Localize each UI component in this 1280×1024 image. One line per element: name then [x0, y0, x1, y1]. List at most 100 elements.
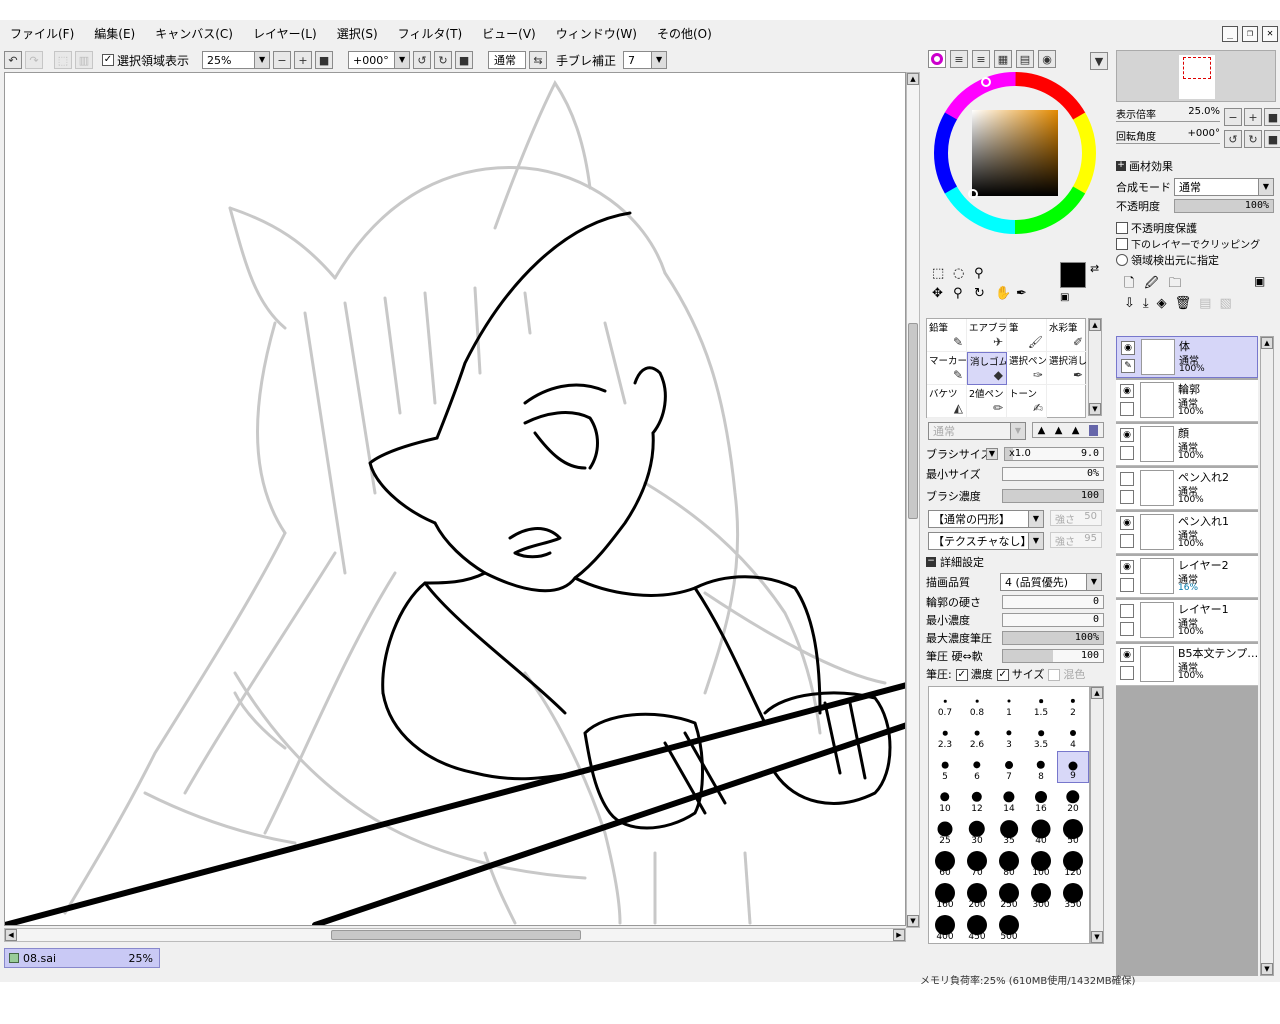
layer-list-scrollbar[interactable]: ▲ ▼ — [1260, 336, 1274, 976]
expand-icon[interactable]: + — [1116, 161, 1126, 171]
new-linework-layer-icon[interactable]: 🖉 — [1144, 274, 1158, 296]
layer-row[interactable]: レイヤー1 通常 100% — [1116, 600, 1258, 642]
horizontal-scroll-thumb[interactable] — [331, 930, 581, 940]
flip-button[interactable]: ⇆ — [529, 51, 548, 69]
brush-size-preset[interactable]: 500 — [993, 911, 1025, 943]
shape-flat-icon[interactable]: ■ — [1088, 424, 1099, 436]
magic-wand-icon[interactable]: ⚲ — [974, 266, 995, 286]
rgb-slider-button[interactable]: ≡ — [950, 50, 968, 68]
eye-icon[interactable]: ◉ — [1120, 516, 1134, 530]
scroll-up-icon[interactable]: ▲ — [1089, 319, 1101, 331]
brush-size-preset[interactable]: 40 — [1025, 815, 1057, 847]
layer-blend-combo[interactable]: 通常 ▼ — [1174, 178, 1274, 196]
rotation-combo[interactable]: +000° ▼ — [348, 51, 411, 69]
tool-1[interactable]: エアブラシ✈ — [967, 319, 1007, 352]
menu-item-3[interactable]: レイヤー(L) — [243, 20, 327, 48]
tool-4[interactable]: マーカー ✎ — [927, 352, 967, 385]
nav-rotate-ccw-button[interactable]: ↺ — [1224, 130, 1242, 148]
brush-size-preset[interactable]: 160 — [929, 879, 961, 911]
scroll-down-icon[interactable]: ▼ — [1089, 403, 1101, 415]
menu-item-4[interactable]: 選択(S) — [327, 20, 388, 48]
tool-0[interactable]: 鉛筆 ✎ — [927, 319, 967, 352]
tool-9[interactable]: 2値ペン ✏ — [967, 385, 1007, 418]
tool-3[interactable]: 水彩筆 ✐ — [1047, 319, 1087, 352]
lock-icon[interactable] — [1120, 578, 1134, 592]
swatch-button[interactable]: ▦ — [994, 50, 1012, 68]
brush-size-preset[interactable]: 2.3 — [929, 719, 961, 751]
scratchpad-button[interactable]: ▤ — [1016, 50, 1034, 68]
clip-lower-toggle[interactable]: 下のレイヤーでクリッピング — [1116, 236, 1260, 251]
zoom-in-button[interactable]: + — [294, 51, 313, 69]
shape-strength-field[interactable]: 強さ 50 — [1050, 510, 1102, 526]
nav-rotation-row[interactable]: 回転角度 +000° — [1116, 128, 1220, 144]
texture-strength-field[interactable]: 強さ 95 — [1050, 532, 1102, 548]
tool-8[interactable]: バケツ ◭ — [927, 385, 967, 418]
brush-size-preset[interactable]: 5 — [929, 751, 961, 783]
brush-size-preset[interactable]: 450 — [961, 911, 993, 943]
layer-row[interactable]: ◉ ペン入れ1 通常 100% — [1116, 512, 1258, 554]
tool-6[interactable]: 選択ペン ✑ — [1007, 352, 1047, 385]
primary-color-swatch[interactable] — [1060, 262, 1086, 288]
transfer-down-icon[interactable]: ⇩ — [1124, 296, 1135, 311]
layer-row[interactable]: ペン入れ2 通常 100% — [1116, 468, 1258, 510]
brush-size-preset[interactable]: 7 — [993, 751, 1025, 783]
brush-size-preset[interactable]: 80 — [993, 847, 1025, 879]
move-icon[interactable]: ✥ — [932, 286, 953, 306]
brush-size-preset[interactable]: 35 — [993, 815, 1025, 847]
layer-menu-icon[interactable]: ▣ — [1254, 274, 1265, 288]
layer-row[interactable]: ◉ 輪郭 通常 100% — [1116, 380, 1258, 422]
pen-lock-icon[interactable]: ✎ — [1121, 359, 1135, 373]
menu-item-1[interactable]: 編集(E) — [84, 20, 145, 48]
layer-row[interactable]: ◉ ✎ 体通常 100% — [1116, 336, 1258, 378]
minimize-button[interactable]: _ — [1222, 26, 1238, 42]
transparent-color-icon[interactable]: ▣ — [1060, 292, 1069, 303]
apply-mask-icon[interactable]: ▧ — [1219, 296, 1231, 311]
eye-hidden-icon[interactable] — [1120, 604, 1134, 618]
brush-shape-combo[interactable]: 【通常の円形】 ▼ — [928, 510, 1044, 528]
rotate-reset-button[interactable]: ■ — [455, 51, 474, 69]
brush-size-preset[interactable]: 0.7 — [929, 687, 961, 719]
brush-size-preset[interactable]: 3.5 — [1025, 719, 1057, 751]
undo-button[interactable]: ↶ — [4, 51, 22, 69]
delete-layer-icon[interactable]: 🗑 — [1175, 296, 1192, 311]
brush-size-preset[interactable]: 60 — [929, 847, 961, 879]
navigator-viewport[interactable] — [1183, 57, 1211, 79]
min-size-slider[interactable]: 0% — [1002, 467, 1104, 481]
new-layer-icon[interactable]: 🗋 — [1124, 274, 1134, 296]
scroll-up-icon[interactable]: ▲ — [1091, 687, 1103, 699]
brush-size-preset[interactable]: 400 — [929, 911, 961, 943]
scroll-down-icon[interactable]: ▼ — [907, 915, 919, 927]
show-selection-toggle[interactable]: ✓ 選択領域表示 — [102, 52, 189, 69]
lock-icon[interactable] — [1120, 490, 1134, 504]
preserve-opacity-toggle[interactable]: 不透明度保護 — [1116, 220, 1197, 236]
scroll-up-icon[interactable]: ▲ — [907, 73, 919, 85]
paper-effect-header[interactable]: + 画材効果 — [1116, 158, 1173, 174]
chevron-down-icon[interactable]: ▼ — [986, 448, 998, 460]
brush-size-preset[interactable]: 50 — [1057, 815, 1089, 847]
eye-icon[interactable]: ◉ — [1120, 648, 1134, 662]
layer-row[interactable]: ◉ B5本文テンプ… 通常 100% — [1116, 644, 1258, 686]
scroll-left-icon[interactable]: ◀ — [5, 929, 17, 941]
rotate-icon[interactable]: ↻ — [974, 286, 995, 306]
zoom-out-button[interactable]: − — [273, 51, 292, 69]
restore-button[interactable]: ❐ — [1242, 26, 1258, 42]
brush-size-preset[interactable]: 8 — [1025, 751, 1057, 783]
brush-size-preset[interactable]: 9 — [1057, 751, 1089, 783]
rotate-cw-button[interactable]: ↻ — [434, 51, 453, 69]
color-wheel[interactable] — [932, 70, 1098, 236]
lock-icon[interactable] — [1120, 446, 1134, 460]
nav-rotate-cw-button[interactable]: ↻ — [1244, 130, 1262, 148]
brush-size-preset[interactable]: 0.8 — [961, 687, 993, 719]
scroll-down-icon[interactable]: ▼ — [1091, 931, 1103, 943]
brush-size-preset[interactable]: 350 — [1057, 879, 1089, 911]
brush-size-preset[interactable]: 1 — [993, 687, 1025, 719]
close-button[interactable]: ✕ — [1262, 26, 1278, 42]
zoom-icon[interactable]: ⚲ — [953, 286, 974, 306]
pressure-density-toggle[interactable]: ✓ 濃度 — [955, 666, 993, 682]
brush-size-preset[interactable]: 70 — [961, 847, 993, 879]
menu-item-2[interactable]: キャンバス(C) — [145, 20, 243, 48]
tool-7[interactable]: 選択消し ✒ — [1047, 352, 1087, 385]
tool-grid-scrollbar[interactable]: ▲ ▼ — [1088, 318, 1102, 416]
layer-opacity-slider[interactable]: 100% — [1174, 199, 1274, 213]
brush-density-slider[interactable]: 100 — [1002, 489, 1104, 503]
